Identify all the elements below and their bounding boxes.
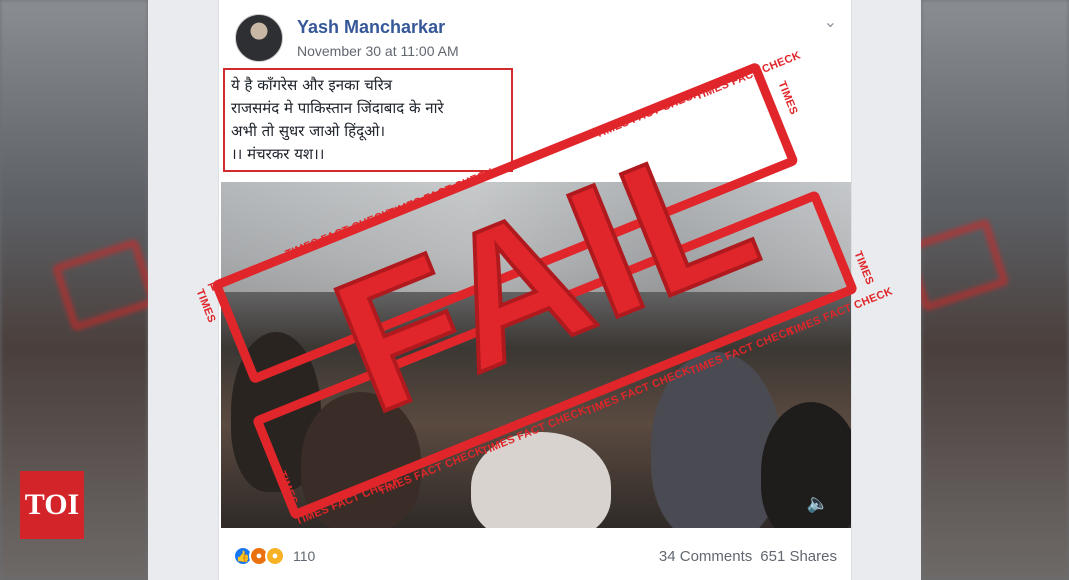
speaker-icon[interactable]: 🔈 — [807, 493, 829, 514]
post-text-box: ये है काँगरेस और इनका चरित्र राजसमंद मे … — [223, 68, 513, 172]
video-background — [221, 182, 851, 292]
reaction-count: 110 — [293, 548, 316, 564]
toi-logo: TOI — [20, 471, 84, 539]
post-text-line: राजसमंद मे पाकिस्तान जिंदाबाद के नारे — [231, 99, 444, 117]
chevron-down-icon[interactable]: ⌄ — [824, 12, 837, 32]
video-figure — [471, 432, 611, 528]
comments-link[interactable]: 34 Comments — [659, 548, 752, 565]
facebook-post-card: Yash Mancharkar November 30 at 11:00 AM … — [218, 0, 852, 580]
post-author[interactable]: Yash Mancharkar — [297, 17, 445, 38]
video-figure — [651, 352, 781, 528]
post-timestamp[interactable]: November 30 at 11:00 AM — [297, 43, 459, 59]
post-stats: 34 Comments 651 Shares — [659, 548, 837, 565]
reactions-summary[interactable]: 👍 ● ● 110 — [233, 546, 315, 566]
avatar[interactable] — [235, 14, 283, 62]
video-figure — [301, 392, 421, 528]
video-player[interactable]: 🔈 — [221, 182, 851, 528]
post-text-line: ।। मंचरकर यश।। — [231, 145, 325, 163]
right-backdrop — [902, 0, 1069, 580]
ghost-stamp — [51, 237, 159, 333]
post-text-line: ये है काँगरेस और इनका चरित्र — [231, 76, 393, 94]
feed-frame: Yash Mancharkar November 30 at 11:00 AM … — [148, 0, 921, 580]
haha-reaction-icon: ● — [265, 546, 285, 566]
shares-link[interactable]: 651 Shares — [760, 548, 837, 565]
post-text-line: अभी तो सुधर जाओ हिंदूओ। — [231, 122, 386, 140]
